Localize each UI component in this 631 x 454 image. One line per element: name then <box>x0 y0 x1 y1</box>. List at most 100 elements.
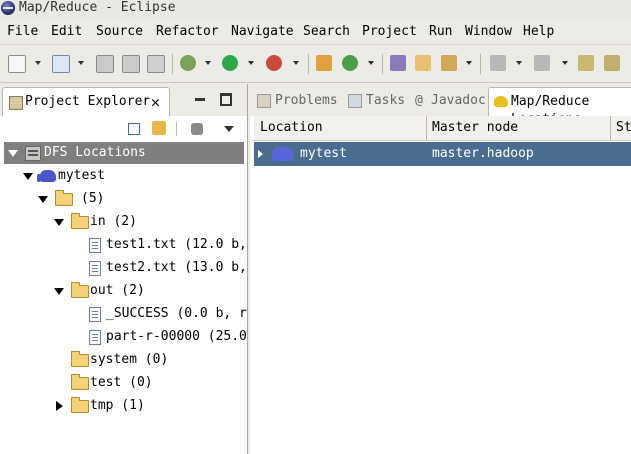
expand-toggle-icon[interactable] <box>54 288 64 295</box>
debug-icon[interactable] <box>180 55 196 71</box>
collapse-all-icon[interactable] <box>128 123 140 135</box>
new-icon[interactable] <box>8 55 26 73</box>
tree-item-label: part-r-00000 (25.0 b, r2) <box>106 329 247 344</box>
search-icon[interactable] <box>441 55 457 71</box>
expand-toggle-icon[interactable] <box>258 150 263 158</box>
tree-item-test1[interactable]: test1.txt (12.0 b, r2) <box>0 234 247 256</box>
save-icon[interactable] <box>96 55 114 73</box>
window-title: Map/Reduce - Eclipse <box>19 0 176 15</box>
tab-project-explorer[interactable]: Project Explorer ✕ <box>2 87 170 117</box>
locations-table-header: Location Master node State <box>254 116 631 141</box>
expand-toggle-icon[interactable] <box>54 219 64 226</box>
eclipse-logo-icon <box>1 1 15 15</box>
back-icon[interactable] <box>604 55 620 71</box>
folder-icon <box>55 190 73 206</box>
file-icon <box>89 261 101 276</box>
tree-item-label: system (0) <box>90 352 169 367</box>
tab-javadoc[interactable]: Javadoc <box>431 92 486 110</box>
maximize-icon[interactable] <box>220 93 232 106</box>
hadoop-elephant-icon <box>494 96 508 107</box>
tree-item-label: mytest <box>58 168 105 183</box>
prev-annotation-dropdown-icon[interactable] <box>562 61 568 65</box>
folder-icon <box>71 282 89 298</box>
external-tools-dropdown-icon[interactable] <box>293 61 299 65</box>
tab-tasks[interactable]: Tasks <box>366 92 405 110</box>
menu-help[interactable]: Help <box>523 24 554 40</box>
menu-edit[interactable]: Edit <box>51 24 82 40</box>
expand-toggle-icon[interactable] <box>56 401 63 411</box>
next-annotation-icon[interactable] <box>490 55 506 71</box>
menu-run[interactable]: Run <box>429 24 452 40</box>
close-icon[interactable]: ✕ <box>151 93 160 111</box>
tree-item-dfs-locations[interactable]: DFS Locations <box>4 142 244 164</box>
new-java-icon[interactable] <box>52 55 70 73</box>
open-type-icon[interactable] <box>390 55 406 71</box>
folder-icon <box>71 374 89 390</box>
project-explorer-icon <box>9 96 23 110</box>
master-node-cell: master.hadoop <box>432 146 534 161</box>
next-annotation-dropdown-icon[interactable] <box>516 61 522 65</box>
tab-problems[interactable]: Problems <box>275 92 338 110</box>
menu-search[interactable]: Search <box>303 24 350 40</box>
run-dropdown-icon[interactable] <box>248 61 254 65</box>
tree-item-test[interactable]: test (0) <box>0 372 247 394</box>
search-dropdown-icon[interactable] <box>466 61 472 65</box>
tree-item-test2[interactable]: test2.txt (13.0 b, r2) <box>0 257 247 279</box>
javadoc-icon: @ <box>415 93 423 108</box>
tree-item-label: test2.txt (13.0 b, r2) <box>106 260 247 275</box>
tree-item-label: (5) <box>81 191 105 206</box>
tree-item-label: DFS Locations <box>44 145 146 160</box>
problems-icon <box>257 94 271 108</box>
expand-toggle-icon[interactable] <box>23 173 33 180</box>
open-task-icon[interactable] <box>415 55 431 71</box>
minimize-icon[interactable] <box>195 98 205 101</box>
new-dropdown-icon[interactable] <box>35 61 41 65</box>
tab-project-explorer-label: Project Explorer <box>25 94 151 109</box>
project-explorer-tabbar: Project Explorer ✕ <box>0 84 247 117</box>
column-header-master-node[interactable]: Master node <box>432 119 518 137</box>
file-icon <box>89 238 101 253</box>
menu-navigate[interactable]: Navigate <box>231 24 294 40</box>
last-edit-icon[interactable] <box>578 55 594 71</box>
tree-item-success[interactable]: _SUCCESS (0.0 b, r2) <box>0 303 247 325</box>
menu-refactor[interactable]: Refactor <box>156 24 219 40</box>
table-row[interactable]: mytest master.hadoop <box>254 142 631 166</box>
external-tools-icon[interactable] <box>266 55 282 71</box>
column-header-state[interactable]: State <box>616 119 631 137</box>
tree-item-out[interactable]: out (2) <box>0 280 247 302</box>
new-java-dropdown-icon[interactable] <box>78 61 84 65</box>
debug-dropdown-icon[interactable] <box>205 61 211 65</box>
run-icon[interactable] <box>222 55 238 71</box>
tree-item-in[interactable]: in (2) <box>0 211 247 233</box>
tasks-icon <box>348 94 362 108</box>
print-icon[interactable] <box>147 55 165 73</box>
file-icon <box>89 330 101 345</box>
column-header-location[interactable]: Location <box>260 119 323 137</box>
new-package-icon[interactable] <box>316 55 332 71</box>
link-with-editor-icon[interactable] <box>152 121 166 135</box>
save-all-icon[interactable] <box>122 55 140 73</box>
tree-item-part-r-00000[interactable]: part-r-00000 (25.0 b, r2) <box>0 326 247 348</box>
new-class-icon[interactable] <box>342 55 358 71</box>
menu-window[interactable]: Window <box>465 24 512 40</box>
tree-item-root-folder[interactable]: (5) <box>0 188 247 210</box>
expand-toggle-icon[interactable] <box>8 150 18 157</box>
folder-icon <box>71 397 89 413</box>
menu-project[interactable]: Project <box>362 24 417 40</box>
expand-toggle-icon[interactable] <box>38 196 48 203</box>
tree-item-mytest[interactable]: mytest <box>0 165 247 187</box>
title-bar: Map/Reduce - Eclipse <box>0 0 631 18</box>
folder-icon <box>71 213 89 229</box>
view-menu-dropdown-icon[interactable] <box>224 126 234 132</box>
view-menu-icon[interactable] <box>191 123 203 135</box>
tree-item-system[interactable]: system (0) <box>0 349 247 371</box>
project-explorer-toolbar <box>0 116 247 142</box>
new-class-dropdown-icon[interactable] <box>368 61 374 65</box>
file-icon <box>89 307 101 322</box>
menu-file[interactable]: File <box>7 24 38 40</box>
tab-map-reduce-locations[interactable]: Map/Reduce Locations <box>488 87 631 127</box>
menu-source[interactable]: Source <box>96 24 143 40</box>
tree-item-tmp[interactable]: tmp (1) <box>0 395 247 417</box>
prev-annotation-icon[interactable] <box>534 55 550 71</box>
project-explorer-panel: Project Explorer ✕ DFS Locations mytest … <box>0 84 248 454</box>
